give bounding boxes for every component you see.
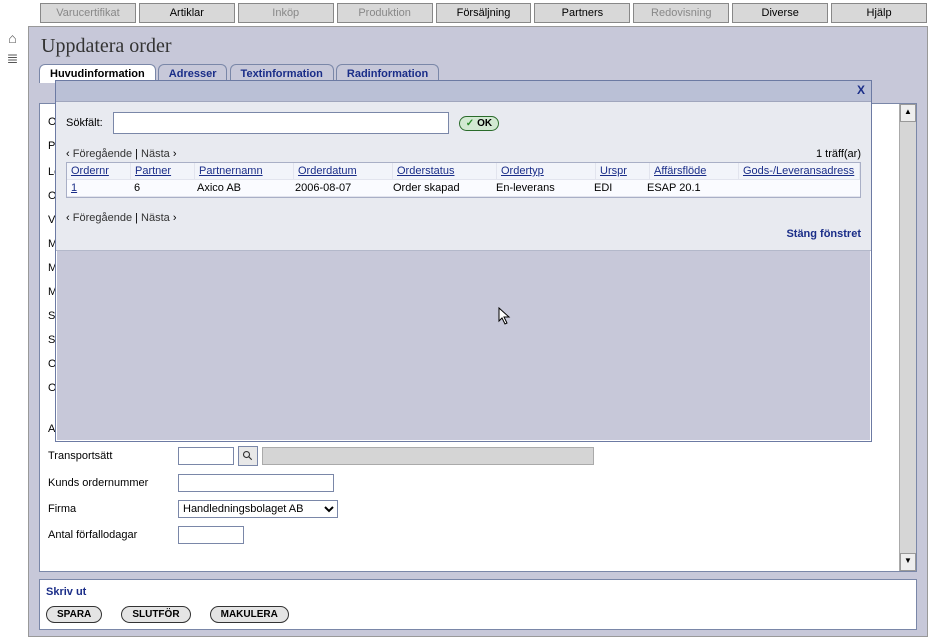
- kunds-ordernr-input[interactable]: [178, 474, 334, 492]
- popup-titlebar: X: [56, 81, 871, 102]
- page-title: Uppdatera order: [41, 35, 915, 58]
- kunds-ordernr-label: Kunds ordernummer: [48, 477, 178, 489]
- antal-forfallodagar-input[interactable]: [178, 526, 244, 544]
- col-gods[interactable]: Gods-/Leveransadress: [739, 163, 860, 180]
- cell-ordertyp: En-leverans: [492, 180, 590, 197]
- scroll-up-button[interactable]: ▲: [900, 104, 916, 122]
- hit-count: 1 träff(ar): [816, 148, 861, 160]
- col-ordernr[interactable]: Ordernr: [67, 163, 131, 180]
- footer: Skriv ut SPARA SLUTFÖR MAKULERA: [39, 579, 917, 630]
- nav-redovisning[interactable]: Redovisning: [633, 3, 729, 23]
- sokfalt-input[interactable]: [113, 112, 449, 134]
- close-window-link[interactable]: Stäng fönstret: [786, 228, 861, 240]
- transportsatt-lookup-button[interactable]: [238, 446, 258, 466]
- next-link-top[interactable]: Nästa: [141, 148, 170, 160]
- ok-button[interactable]: ✓ OK: [459, 116, 499, 131]
- sokfalt-label: Sökfält:: [66, 117, 103, 129]
- cell-urspr: EDI: [590, 180, 643, 197]
- col-orderdatum[interactable]: Orderdatum: [294, 163, 393, 180]
- nav-forsaljning[interactable]: Försäljning: [436, 3, 532, 23]
- col-urspr[interactable]: Urspr: [596, 163, 650, 180]
- col-partner[interactable]: Partner: [131, 163, 195, 180]
- firma-select[interactable]: Handledningsbolaget AB: [178, 500, 338, 518]
- cell-partnernamn: Axico AB: [193, 180, 291, 197]
- cell-ordernr[interactable]: 1: [71, 182, 77, 194]
- transportsatt-input[interactable]: [178, 447, 234, 465]
- firma-label: Firma: [48, 503, 178, 515]
- cell-partner: 6: [130, 180, 193, 197]
- nav-varucertifikat[interactable]: Varucertifikat: [40, 3, 136, 23]
- nav-hjalp[interactable]: Hjälp: [831, 3, 927, 23]
- vertical-scrollbar[interactable]: ▲ ▼: [899, 104, 916, 571]
- transportsatt-display: [262, 447, 594, 465]
- nav-partners[interactable]: Partners: [534, 3, 630, 23]
- nav-artiklar[interactable]: Artiklar: [139, 3, 235, 23]
- cancel-button[interactable]: MAKULERA: [210, 606, 289, 623]
- prev-link-top[interactable]: Föregående: [73, 148, 132, 160]
- ok-label: OK: [477, 118, 492, 129]
- cell-gods: [731, 180, 860, 197]
- home-icon[interactable]: ⌂: [4, 30, 21, 46]
- results-grid: Ordernr Partner Partnernamn Orderdatum O…: [66, 162, 861, 198]
- search-icon: [242, 450, 254, 462]
- popup-close-button[interactable]: X: [857, 83, 865, 97]
- nav-produktion[interactable]: Produktion: [337, 3, 433, 23]
- top-nav: Varucertifikat Artiklar Inköp Produktion…: [0, 0, 930, 26]
- nav-diverse[interactable]: Diverse: [732, 3, 828, 23]
- antal-forfallodagar-label: Antal förfallodagar: [48, 529, 178, 541]
- save-button[interactable]: SPARA: [46, 606, 102, 623]
- col-affarsflode[interactable]: Affärsflöde: [650, 163, 739, 180]
- scroll-down-button[interactable]: ▼: [900, 553, 916, 571]
- transportsatt-label: Transportsätt: [48, 450, 178, 462]
- list-icon[interactable]: ≣: [4, 50, 21, 67]
- search-popup: X Sökfält: ✓ OK ‹ Föregående | Nästa › 1…: [55, 80, 872, 442]
- pager-top: ‹ Föregående | Nästa ›: [66, 148, 177, 160]
- grid-header: Ordernr Partner Partnernamn Orderdatum O…: [67, 163, 860, 180]
- next-link-bottom[interactable]: Nästa: [141, 212, 170, 224]
- print-link[interactable]: Skriv ut: [46, 586, 86, 598]
- left-rail: ⌂ ≣: [0, 26, 25, 71]
- prev-link-bottom[interactable]: Föregående: [73, 212, 132, 224]
- check-icon: ✓: [466, 118, 474, 129]
- pager-bottom: ‹ Föregående | Nästa ›: [66, 212, 177, 224]
- col-partnernamn[interactable]: Partnernamn: [195, 163, 294, 180]
- cell-orderstatus: Order skapad: [389, 180, 492, 197]
- cell-orderdatum: 2006-08-07: [291, 180, 389, 197]
- popup-body: Sökfält: ✓ OK ‹ Föregående | Nästa › 1 t…: [56, 102, 871, 251]
- col-orderstatus[interactable]: Orderstatus: [393, 163, 497, 180]
- cell-affarsflode: ESAP 20.1: [643, 180, 731, 197]
- col-ordertyp[interactable]: Ordertyp: [497, 163, 596, 180]
- nav-inkop[interactable]: Inköp: [238, 3, 334, 23]
- table-row[interactable]: 1 6 Axico AB 2006-08-07 Order skapad En-…: [67, 180, 860, 197]
- finish-button[interactable]: SLUTFÖR: [121, 606, 190, 623]
